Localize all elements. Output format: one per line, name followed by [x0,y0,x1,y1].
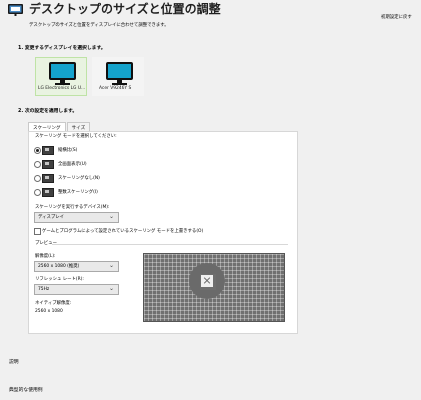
aspect-ratio-icon [42,146,54,155]
page-title: デスクトップのサイズと位置の調整 [29,2,221,16]
resolution-label: 解像度(L): [35,254,56,259]
no-scaling-icon [42,174,54,183]
device-select[interactable]: ディスプレイ ⌄ [34,212,119,223]
radio-label-integer-scaling: 整数スケーリング(I) [58,190,98,195]
display-label-lg: LG Electronics LG U... [38,86,86,91]
chevron-down-icon: ⌄ [108,262,114,269]
native-resolution-label: ネイティブ解像度: [35,301,72,306]
typical-use-label: 典型的な使用例 [9,388,43,393]
monitor-icon [106,62,133,80]
override-checkbox[interactable] [34,228,41,235]
radio-label-no-scaling: スケーリングなし(N) [58,176,100,181]
refresh-select-value: 75Hz [38,287,50,292]
section2-heading: 2. 次の設定を適用します。 [18,109,78,114]
description-label: 説明 [9,360,19,365]
app-icon [7,2,24,16]
page-subtitle: デスクトップのサイズと位置をディスプレイに合わせて調整できます。 [29,23,169,28]
radio-no-scaling[interactable] [34,175,41,182]
radio-integer-scaling[interactable] [34,189,41,196]
chevron-down-icon: ⌄ [108,285,114,292]
resolution-select-value: 2560 x 1080 (推奨) [38,264,80,269]
scaling-mode-label: スケーリング モードを選択してください: [35,134,117,139]
chevron-down-icon: ⌄ [108,213,114,220]
refresh-label: リフレッシュ レート(R): [35,277,84,282]
native-resolution-value: 2560 x 1080 [35,309,63,314]
device-select-value: ディスプレイ [38,215,65,220]
radio-full-screen[interactable] [34,161,41,168]
device-label: スケーリングを実行するデバイス(M): [35,205,110,210]
reset-defaults-link[interactable]: 初期設定に戻す [381,15,412,20]
preview-divider [52,244,288,245]
display-label-acer: Acer V9246Y S [99,86,132,91]
radio-aspect-ratio[interactable] [34,147,41,154]
radio-label-aspect-ratio: 縦横比(S) [58,148,78,153]
radio-label-full-screen: 全画面表示(U) [58,162,87,167]
section1-heading: 1. 変更するディスプレイを選択します。 [18,46,106,51]
full-screen-icon [42,160,54,169]
override-checkbox-label: ゲームとプログラムによって設定されているスケーリング モードを上書きする(O) [42,229,204,234]
resolution-select[interactable]: 2560 x 1080 (推奨) ⌄ [34,261,119,272]
integer-scaling-icon [42,188,54,197]
monitor-icon [49,62,76,80]
refresh-select[interactable]: 75Hz ⌄ [34,284,119,295]
